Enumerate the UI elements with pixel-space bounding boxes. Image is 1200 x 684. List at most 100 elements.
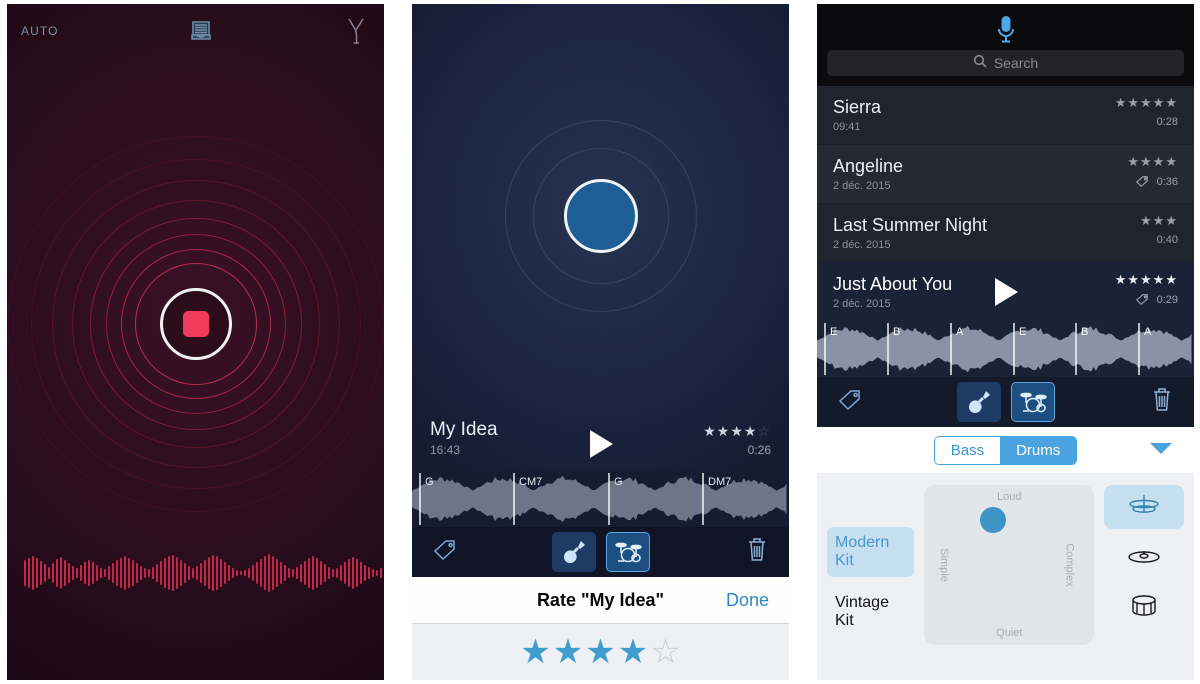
- hihat-icon[interactable]: [1104, 485, 1184, 529]
- search-input[interactable]: Search: [827, 50, 1184, 76]
- player-track-header[interactable]: My Idea 16:43 ★★★★☆ 0:26: [412, 419, 789, 471]
- kit-option[interactable]: Modern Kit: [827, 527, 915, 577]
- xy-label-bottom: Quiet: [996, 627, 1023, 639]
- play-icon[interactable]: [586, 427, 616, 466]
- waveform-bar: [368, 567, 370, 579]
- waveform-bar: [296, 567, 298, 579]
- segment-bass[interactable]: Bass: [934, 436, 1001, 464]
- list-item[interactable]: Just About You 2 déc. 2015 ★★★★★ 0:29: [817, 263, 1194, 321]
- chord-label: G: [425, 476, 434, 488]
- done-button[interactable]: Done: [726, 590, 769, 611]
- recording-rating: ★★★★: [1127, 154, 1178, 169]
- waveform-bar: [84, 562, 86, 584]
- waveform-bar: [284, 565, 286, 581]
- tag-icon[interactable]: [837, 388, 863, 417]
- record-blue-circle-icon[interactable]: [563, 179, 638, 253]
- waveform-bar: [228, 565, 230, 581]
- waveform-bar: [356, 559, 358, 587]
- xy-label-left: Simple: [938, 548, 951, 582]
- xy-pad-handle[interactable]: [980, 507, 1007, 533]
- waveform-bar: [64, 560, 66, 586]
- waveform-bar: [352, 557, 354, 589]
- waveform-bar: [24, 560, 26, 586]
- recording-meta: ★★★★★ 0:28: [1115, 95, 1178, 128]
- list-item[interactable]: Angeline 2 déc. 2015 ★★★★ 0:36: [817, 145, 1194, 204]
- waveform-bar: [216, 556, 218, 590]
- rate-star[interactable]: ☆: [650, 635, 680, 669]
- drums-icon[interactable]: [605, 532, 650, 572]
- rate-star-picker[interactable]: ★ ★ ★ ★ ☆: [412, 624, 789, 680]
- waveform-bar: [236, 570, 238, 576]
- kit-option[interactable]: Vintage Kit: [827, 587, 914, 637]
- waveform-bar: [280, 562, 282, 584]
- segment-drums[interactable]: Drums: [1000, 436, 1077, 464]
- waveform-bar: [208, 557, 210, 589]
- cymbal-icon[interactable]: [1104, 535, 1184, 579]
- waveform-bar: [380, 568, 382, 578]
- snare-drum-icon[interactable]: [1104, 585, 1184, 629]
- list-item[interactable]: Sierra 09:41 ★★★★★ 0:28: [817, 86, 1194, 145]
- recording-date: 2 déc. 2015: [833, 239, 891, 251]
- rate-star[interactable]: ★: [585, 635, 615, 669]
- player-visualizer: [412, 4, 789, 419]
- waveform-bar: [324, 564, 326, 582]
- waveform-bar: [128, 558, 130, 588]
- bass-drums-segmented[interactable]: Bass Drums: [933, 435, 1078, 465]
- search-placeholder: Search: [993, 55, 1039, 71]
- chevron-down-icon[interactable]: [1148, 440, 1174, 461]
- inbox-tray-icon[interactable]: [188, 19, 214, 43]
- waveform-bar: [120, 558, 122, 588]
- waveform-bar: [124, 556, 126, 590]
- tag-icon: [1135, 294, 1148, 306]
- instrument-buttons: [956, 382, 1055, 422]
- rate-star[interactable]: ★: [553, 635, 583, 669]
- library-screen: Search Sierra 09:41 ★★★★★ 0:28 Angeline 2 déc…: [817, 4, 1194, 680]
- list-item[interactable]: Last Summer Night 2 déc. 2015 ★★★ 0:40: [817, 204, 1194, 263]
- recording-meta: ★★★ 0:40: [1140, 213, 1178, 246]
- record-stop-button[interactable]: [159, 288, 232, 360]
- search-icon: [973, 54, 987, 73]
- chord-label: B: [893, 326, 901, 338]
- rate-star[interactable]: ★: [618, 635, 648, 669]
- waveform-bar: [184, 563, 186, 583]
- guitar-icon[interactable]: [956, 382, 1001, 422]
- waveform-bar: [92, 562, 94, 584]
- tuning-fork-icon[interactable]: [344, 16, 370, 46]
- recorder-screen: AUTO: [7, 4, 384, 680]
- trash-icon[interactable]: [745, 536, 769, 568]
- waveform-bar: [188, 566, 190, 580]
- rate-star[interactable]: ★: [520, 635, 550, 669]
- instrument-buttons: [551, 532, 650, 572]
- waveform-bar: [52, 563, 54, 583]
- recording-meta: ★★★★ 0:36: [1127, 154, 1178, 188]
- waveform-bar: [152, 567, 154, 579]
- waveform-bar: [200, 563, 202, 583]
- waveform-bar: [160, 561, 162, 585]
- play-icon[interactable]: [991, 275, 1021, 314]
- waveform-bar: [104, 569, 106, 577]
- waveform-bar: [80, 565, 82, 581]
- drums-icon[interactable]: [1010, 382, 1055, 422]
- guitar-icon[interactable]: [551, 532, 596, 572]
- recording-date: 2 déc. 2015: [833, 180, 891, 192]
- track-waveform[interactable]: G CM7 G DM7: [412, 471, 789, 527]
- recording-meta: ★★★★★ 0:29: [1115, 272, 1178, 306]
- microphone-icon[interactable]: [827, 10, 1184, 50]
- waveform-bar: [172, 555, 174, 591]
- trash-icon[interactable]: [1150, 386, 1174, 418]
- rate-dialog-header: Rate "My Idea" Done: [412, 577, 789, 624]
- waveform-bar: [344, 562, 346, 584]
- xy-pad[interactable]: Loud Quiet Simple Complex: [924, 485, 1095, 645]
- waveform-bar: [276, 559, 278, 587]
- tag-icon[interactable]: [432, 538, 458, 567]
- selected-track-waveform[interactable]: EBAEBA: [817, 321, 1194, 377]
- waveform-bar: [168, 556, 170, 590]
- waveform-bar: [28, 558, 30, 588]
- waveform-bar: [272, 556, 274, 590]
- waveform-bar: [196, 566, 198, 580]
- waveform-bar: [364, 565, 366, 581]
- recorder-topbar: AUTO: [7, 4, 384, 58]
- track-rating: ★★★★☆: [703, 423, 771, 439]
- waveform-bar: [180, 560, 182, 586]
- waveform-bar: [204, 560, 206, 586]
